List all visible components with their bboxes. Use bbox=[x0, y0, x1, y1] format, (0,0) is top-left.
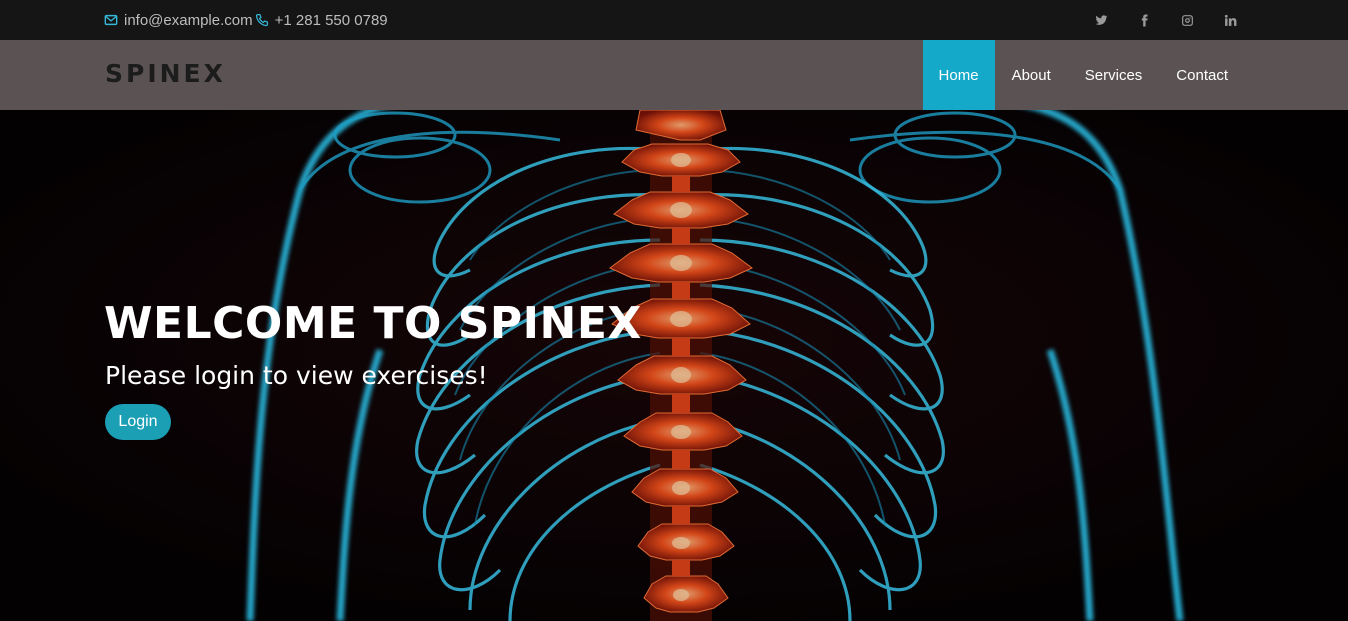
instagram-icon[interactable] bbox=[1180, 13, 1195, 28]
email-link[interactable]: info@example.com bbox=[104, 12, 253, 29]
login-button[interactable]: Login bbox=[105, 404, 171, 440]
twitter-icon[interactable] bbox=[1094, 13, 1109, 28]
hero-subtitle: Please login to view exercises! bbox=[105, 361, 488, 390]
phone-text: +1 281 550 0789 bbox=[274, 11, 388, 29]
top-bar: info@example.com +1 281 550 0789 bbox=[0, 0, 1348, 40]
nav-home[interactable]: Home bbox=[922, 40, 995, 110]
hero-section: WELCOME TO SPINEX Please login to view e… bbox=[0, 110, 1348, 621]
nav-about[interactable]: About bbox=[995, 40, 1068, 110]
phone-link[interactable]: +1 281 550 0789 bbox=[255, 12, 388, 29]
linkedin-icon[interactable] bbox=[1223, 13, 1238, 28]
nav-contact[interactable]: Contact bbox=[1159, 40, 1245, 110]
nav-services[interactable]: Services bbox=[1068, 40, 1160, 110]
mail-icon bbox=[104, 14, 118, 26]
social-links bbox=[1094, 0, 1238, 40]
site-header: SPINEX Home About Services Contact bbox=[0, 40, 1348, 110]
phone-icon bbox=[255, 13, 268, 27]
email-text: info@example.com bbox=[124, 11, 253, 29]
hero-title: WELCOME TO SPINEX bbox=[104, 298, 642, 349]
site-logo[interactable]: SPINEX bbox=[105, 59, 226, 88]
facebook-icon[interactable] bbox=[1137, 13, 1152, 28]
contact-info: info@example.com +1 281 550 0789 bbox=[104, 0, 388, 40]
main-nav: Home About Services Contact bbox=[922, 40, 1245, 110]
